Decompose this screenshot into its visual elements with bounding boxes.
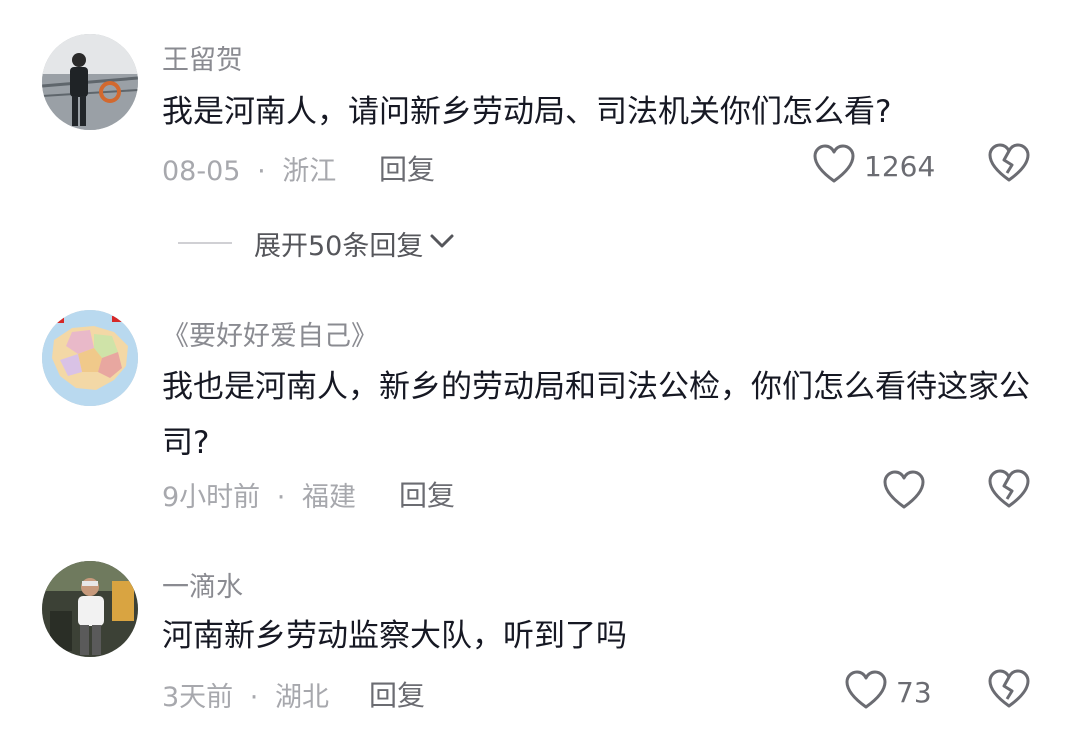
comment-time: 9小时前 xyxy=(162,482,261,513)
comment-time: 3天前 xyxy=(162,682,234,713)
comment-meta: 08-05 · 浙江 xyxy=(162,149,336,188)
like-button[interactable]: 73 xyxy=(844,668,932,716)
meta-separator: · xyxy=(257,156,266,187)
comment-time: 08-05 xyxy=(162,156,241,187)
like-count: 73 xyxy=(896,675,932,709)
dislike-button[interactable] xyxy=(987,468,1035,516)
heart-outline-icon xyxy=(882,469,926,515)
avatar[interactable] xyxy=(42,310,138,406)
comment-meta: 9小时前 · 福建 xyxy=(162,475,356,514)
comment-meta: 3天前 · 湖北 xyxy=(162,675,329,714)
chevron-down-icon xyxy=(429,231,455,255)
like-button[interactable] xyxy=(882,468,934,516)
comment-location: 浙江 xyxy=(282,156,337,187)
comment-location: 湖北 xyxy=(274,682,329,713)
broken-heart-outline-icon xyxy=(987,669,1031,714)
comment-username[interactable]: 《要好好爱自己》 xyxy=(162,314,378,353)
divider-line xyxy=(178,242,232,244)
dislike-button[interactable] xyxy=(987,142,1035,190)
comment-location: 福建 xyxy=(301,482,356,513)
meta-separator: · xyxy=(249,682,259,713)
heart-outline-icon xyxy=(844,669,888,715)
avatar[interactable] xyxy=(42,561,138,657)
reply-button[interactable]: 回复 xyxy=(399,474,455,514)
comment-username[interactable]: 王留贺 xyxy=(162,38,243,77)
avatar[interactable] xyxy=(42,34,138,130)
like-count: 1264 xyxy=(864,149,936,183)
comment-text: 我也是河南人，新乡的劳动局和司法公检，你们怎么看待这家公司? xyxy=(162,369,1030,461)
expand-replies-button[interactable]: 展开50条回复 xyxy=(178,223,455,263)
reply-button[interactable]: 回复 xyxy=(379,148,435,188)
dislike-button[interactable] xyxy=(987,668,1035,716)
broken-heart-outline-icon xyxy=(987,143,1031,188)
comment-username[interactable]: 一滴水 xyxy=(162,565,243,604)
like-button[interactable]: 1264 xyxy=(812,142,935,190)
meta-separator: · xyxy=(276,482,286,513)
heart-outline-icon xyxy=(812,143,856,189)
expand-replies-label: 展开50条回复 xyxy=(254,230,424,262)
broken-heart-outline-icon xyxy=(987,469,1031,514)
comment-text: 河南新乡劳动监察大队，听到了吗 xyxy=(162,618,627,654)
reply-button[interactable]: 回复 xyxy=(369,674,425,714)
comment-text: 我是河南人，请问新乡劳动局、司法机关你们怎么看? xyxy=(162,94,892,130)
